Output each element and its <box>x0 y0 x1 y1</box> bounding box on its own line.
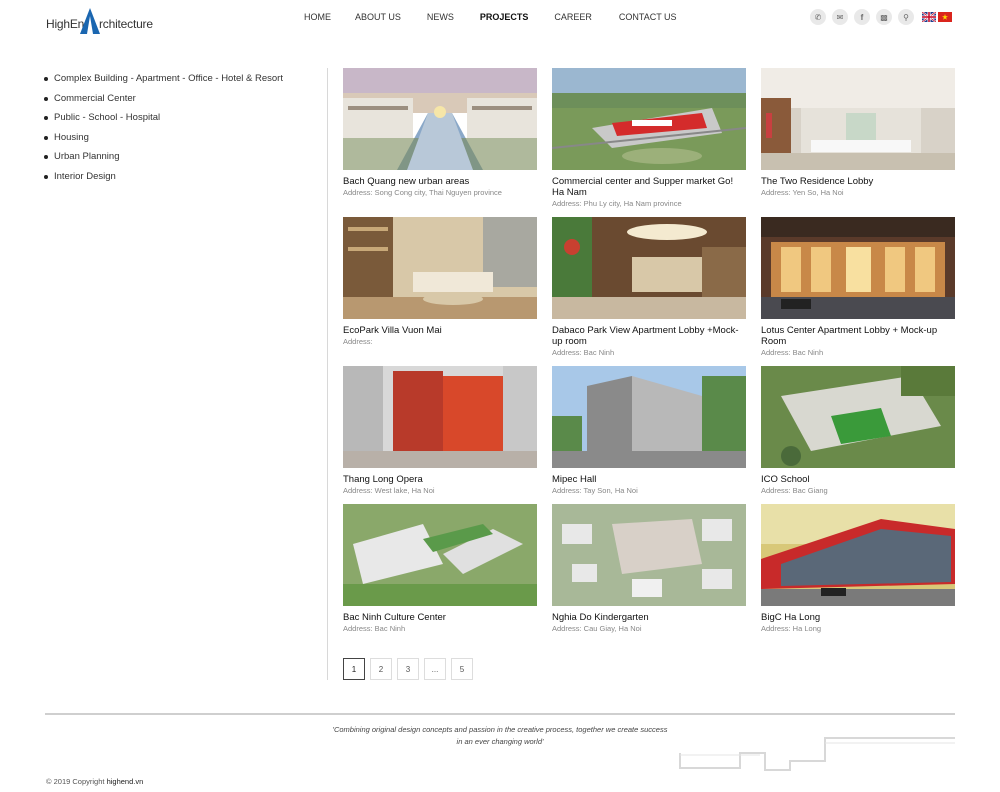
page-ellipsis: ... <box>424 658 446 680</box>
project-title[interactable]: Bach Quang new urban areas <box>343 176 537 187</box>
project-address: Address: Bac Ninh <box>761 348 824 357</box>
project-card[interactable]: Lotus Center Apartment Lobby + Mock-up R… <box>761 217 955 358</box>
header-icons: ✆ ✉ f ▩ ⚲ <box>810 9 952 25</box>
project-title[interactable]: Commercial center and Supper market Go! … <box>552 176 746 198</box>
project-address: Address: Ha Long <box>761 624 822 633</box>
sidebar-divider <box>327 68 328 680</box>
logo-text-architecture: rchitecture <box>99 17 153 31</box>
site-logo[interactable]: HighEnd rchitecture <box>46 8 158 34</box>
project-title[interactable]: BigC Ha Long <box>761 612 955 623</box>
project-thumbnail[interactable] <box>343 217 537 319</box>
footer-quote: 'Combining original design concepts and … <box>300 724 700 748</box>
category-housing[interactable]: Housing <box>44 128 324 148</box>
nav-projects[interactable]: PROJECTS <box>480 12 529 22</box>
facebook-icon[interactable]: f <box>854 9 870 25</box>
pagination: 1 2 3 ... 5 <box>343 658 478 680</box>
copyright-site-link[interactable]: highend.vn <box>107 777 144 786</box>
project-thumbnail[interactable] <box>552 68 746 170</box>
project-address: Address: Cau Giay, Ha Noi <box>552 624 642 633</box>
logo-a-mark-icon <box>80 8 100 34</box>
project-title[interactable]: Nghia Do Kindergarten <box>552 612 746 623</box>
nav-home[interactable]: HOME <box>304 12 331 22</box>
project-card[interactable]: Bach Quang new urban areas Address: Song… <box>343 68 537 198</box>
page-1-button[interactable]: 1 <box>343 658 365 680</box>
project-title[interactable]: ICO School <box>761 474 955 485</box>
chat-icon[interactable]: ▩ <box>876 9 892 25</box>
project-title[interactable]: Bac Ninh Culture Center <box>343 612 537 623</box>
category-urban-planning[interactable]: Urban Planning <box>44 147 324 167</box>
project-address: Address: Song Cong city, Thai Nguyen pro… <box>343 188 502 197</box>
page-3-button[interactable]: 3 <box>397 658 419 680</box>
project-card[interactable]: Thang Long Opera Address: West lake, Ha … <box>343 366 537 496</box>
category-interior-design[interactable]: Interior Design <box>44 167 324 187</box>
project-card[interactable]: The Two Residence Lobby Address: Yen So,… <box>761 68 955 198</box>
nav-career[interactable]: CAREER <box>554 12 592 22</box>
footer-quote-line1: 'Combining original design concepts and … <box>332 725 668 734</box>
footer-skyline-art <box>679 737 955 771</box>
project-thumbnail[interactable] <box>761 217 955 319</box>
project-card[interactable]: EcoPark Villa Vuon Mai Address: <box>343 217 537 347</box>
nav-about-us[interactable]: ABOUT US <box>355 12 401 22</box>
search-icon[interactable]: ⚲ <box>898 9 914 25</box>
project-thumbnail[interactable] <box>343 68 537 170</box>
english-flag-icon[interactable] <box>922 12 936 22</box>
copyright: © 2019 Copyright highend.vn <box>46 777 143 786</box>
project-title[interactable]: EcoPark Villa Vuon Mai <box>343 325 537 336</box>
copyright-text: © 2019 Copyright <box>46 777 105 786</box>
project-address: Address: Tay Son, Ha Noi <box>552 486 638 495</box>
project-address: Address: Bac Ninh <box>552 348 615 357</box>
project-card[interactable]: Nghia Do Kindergarten Address: Cau Giay,… <box>552 504 746 634</box>
phone-icon[interactable]: ✆ <box>810 9 826 25</box>
footer-quote-line2: in an ever changing world' <box>456 737 544 746</box>
page-2-button[interactable]: 2 <box>370 658 392 680</box>
project-title[interactable]: The Two Residence Lobby <box>761 176 955 187</box>
project-address: Address: Phu Ly city, Ha Nam province <box>552 199 682 208</box>
project-address: Address: Yen So, Ha Noi <box>761 188 844 197</box>
project-card[interactable]: BigC Ha Long Address: Ha Long <box>761 504 955 634</box>
project-address: Address: <box>343 337 373 346</box>
project-thumbnail[interactable] <box>552 366 746 468</box>
project-card[interactable]: ICO School Address: Bac Giang <box>761 366 955 496</box>
project-title[interactable]: Lotus Center Apartment Lobby + Mock-up R… <box>761 325 955 347</box>
project-thumbnail[interactable] <box>761 68 955 170</box>
project-card[interactable]: Bac Ninh Culture Center Address: Bac Nin… <box>343 504 537 634</box>
project-card[interactable]: Mipec Hall Address: Tay Son, Ha Noi <box>552 366 746 496</box>
project-thumbnail[interactable] <box>343 504 537 606</box>
project-title[interactable]: Thang Long Opera <box>343 474 537 485</box>
project-thumbnail[interactable] <box>552 504 746 606</box>
nav-contact-us[interactable]: CONTACT US <box>619 12 677 22</box>
page-5-button[interactable]: 5 <box>451 658 473 680</box>
nav-news[interactable]: NEWS <box>427 12 454 22</box>
project-address: Address: Bac Ninh <box>343 624 406 633</box>
project-card[interactable]: Dabaco Park View Apartment Lobby +Mock-u… <box>552 217 746 358</box>
project-address: Address: West lake, Ha Noi <box>343 486 435 495</box>
project-title[interactable]: Dabaco Park View Apartment Lobby +Mock-u… <box>552 325 746 347</box>
mail-icon[interactable]: ✉ <box>832 9 848 25</box>
category-complex-building[interactable]: Complex Building - Apartment - Office - … <box>44 69 324 89</box>
project-thumbnail[interactable] <box>761 366 955 468</box>
project-title[interactable]: Mipec Hall <box>552 474 746 485</box>
category-sidebar: Complex Building - Apartment - Office - … <box>44 69 324 186</box>
category-commercial-center[interactable]: Commercial Center <box>44 89 324 109</box>
project-thumbnail[interactable] <box>343 366 537 468</box>
project-card[interactable]: Commercial center and Supper market Go! … <box>552 68 746 209</box>
footer-divider <box>45 713 955 715</box>
project-address: Address: Bac Giang <box>761 486 828 495</box>
main-nav: HOME ABOUT US NEWS PROJECTS CAREER CONTA… <box>304 12 677 22</box>
project-thumbnail[interactable] <box>761 504 955 606</box>
project-thumbnail[interactable] <box>552 217 746 319</box>
vietnam-flag-icon[interactable] <box>938 12 952 22</box>
category-public-school-hospital[interactable]: Public - School - Hospital <box>44 108 324 128</box>
